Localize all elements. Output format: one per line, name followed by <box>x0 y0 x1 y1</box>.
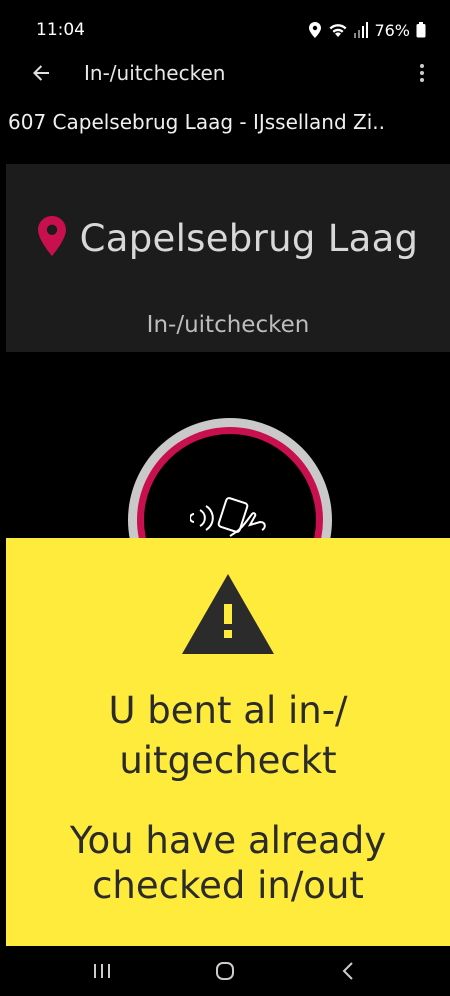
status-icons: 76% <box>308 21 426 40</box>
warning-message-en: You have already checked in/out <box>69 819 387 907</box>
arrow-back-icon[interactable] <box>26 58 56 88</box>
more-vert-icon[interactable] <box>410 58 434 88</box>
route-name: 607 Capelsebrug Laag - IJsselland Zi.. <box>8 110 385 134</box>
status-time: 11:04 <box>36 20 85 40</box>
warning-triangle-icon <box>182 574 274 658</box>
battery-icon <box>416 22 426 38</box>
back-nav-icon[interactable] <box>328 951 368 991</box>
status-bar: 11:04 76% <box>0 0 450 60</box>
mode-label: In-/uitchecken <box>146 312 310 338</box>
map-pin-icon <box>37 216 66 260</box>
nfc-tap-icon <box>189 496 270 544</box>
location-icon <box>308 22 322 38</box>
page-title: In-/uitchecken <box>84 61 226 85</box>
recent-apps-icon[interactable] <box>82 951 122 991</box>
home-icon[interactable] <box>205 951 245 991</box>
wifi-icon <box>328 22 348 38</box>
station-name: Capelsebrug Laag <box>79 216 419 260</box>
app-bar: In-/uitchecken <box>0 52 450 94</box>
system-nav-bar <box>0 946 450 996</box>
battery-percent: 76% <box>374 20 410 40</box>
station-heading: Capelsebrug Laag <box>6 208 450 268</box>
warning-message-nl: U bent al in-/ uitgecheckt <box>108 689 348 782</box>
station-panel: Capelsebrug Laag In-/uitchecken <box>6 164 450 352</box>
signal-icon <box>354 22 369 38</box>
warning-dialog: U bent al in-/ uitgecheckt You have alre… <box>6 538 450 946</box>
